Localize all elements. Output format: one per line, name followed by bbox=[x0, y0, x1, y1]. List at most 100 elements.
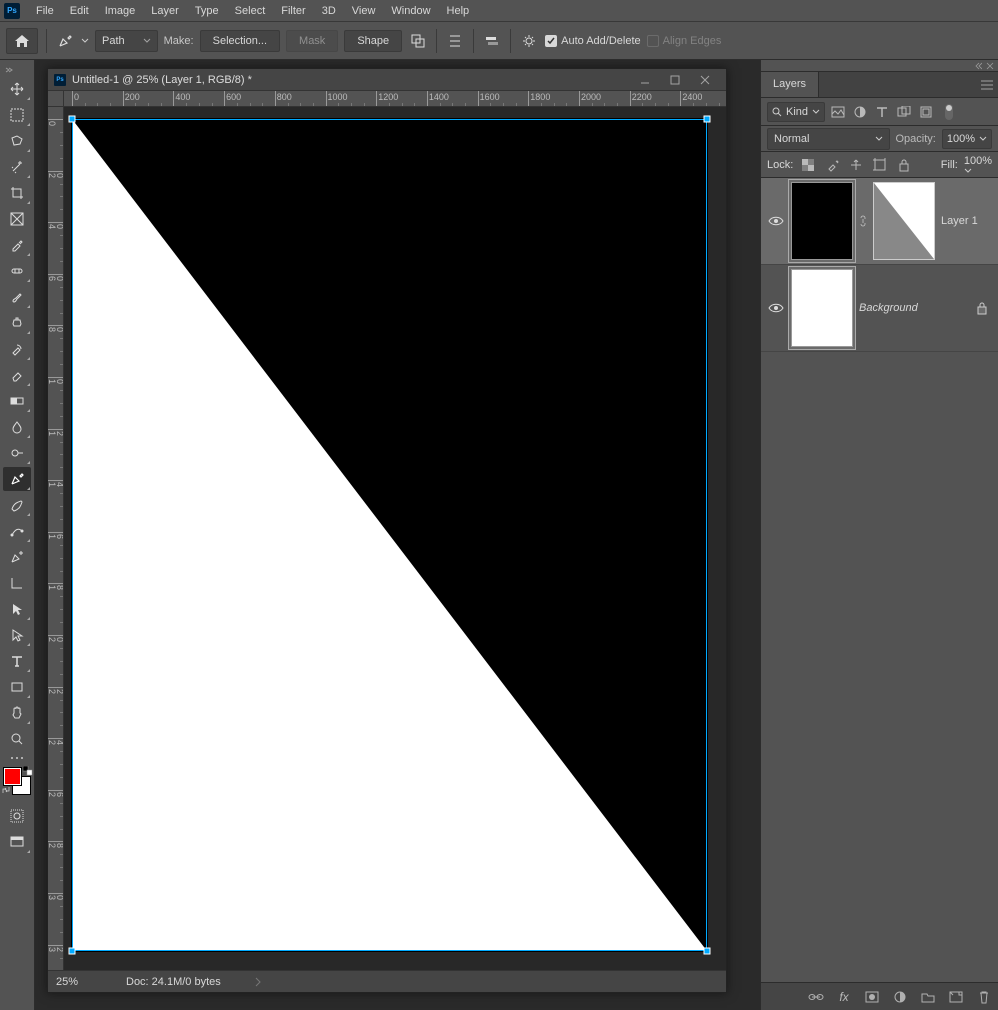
rectangle-tool[interactable] bbox=[3, 675, 31, 699]
crop-tool[interactable] bbox=[3, 181, 31, 205]
dodge-tool[interactable] bbox=[3, 441, 31, 465]
layer-item[interactable]: Layer 1 bbox=[761, 178, 998, 265]
auto-add-delete-checkbox[interactable]: Auto Add/Delete bbox=[545, 35, 641, 47]
swap-colors-icon[interactable] bbox=[1, 785, 11, 795]
pen-tool-icon[interactable] bbox=[55, 31, 75, 51]
tool-mode-dropdown[interactable]: Path bbox=[95, 30, 158, 52]
expand-toolbar-icon[interactable] bbox=[4, 66, 14, 76]
menu-file[interactable]: File bbox=[28, 1, 62, 21]
type-tool[interactable] bbox=[3, 649, 31, 673]
menu-layer[interactable]: Layer bbox=[143, 1, 187, 21]
magic-wand-tool[interactable] bbox=[3, 155, 31, 179]
clone-stamp-tool[interactable] bbox=[3, 311, 31, 335]
menu-view[interactable]: View bbox=[344, 1, 384, 21]
edit-toolbar-icon[interactable] bbox=[3, 753, 31, 763]
menu-image[interactable]: Image bbox=[97, 1, 144, 21]
canvas-viewport[interactable] bbox=[64, 107, 726, 970]
make-shape-button[interactable]: Shape bbox=[344, 30, 402, 52]
path-selection-tool[interactable] bbox=[3, 597, 31, 621]
default-colors-icon[interactable] bbox=[23, 766, 33, 776]
direct-selection-tool[interactable] bbox=[3, 623, 31, 647]
layer-thumbnail[interactable] bbox=[791, 269, 853, 347]
lock-image-icon[interactable] bbox=[823, 156, 841, 174]
close-button[interactable] bbox=[690, 71, 720, 89]
hand-tool[interactable] bbox=[3, 701, 31, 725]
convert-point-tool[interactable] bbox=[3, 571, 31, 595]
layer-thumbnail[interactable] bbox=[791, 182, 853, 260]
filter-smart-icon[interactable] bbox=[917, 103, 935, 121]
freeform-pen-tool[interactable] bbox=[3, 493, 31, 517]
menu-window[interactable]: Window bbox=[383, 1, 438, 21]
zoom-tool[interactable] bbox=[3, 727, 31, 751]
menu-select[interactable]: Select bbox=[227, 1, 274, 21]
filter-shape-icon[interactable] bbox=[895, 103, 913, 121]
opacity-input[interactable]: 100% bbox=[942, 129, 992, 149]
filter-toggle[interactable] bbox=[945, 104, 953, 120]
home-button[interactable] bbox=[6, 28, 38, 54]
path-operations-icon[interactable] bbox=[408, 31, 428, 51]
add-anchor-point-tool[interactable] bbox=[3, 545, 31, 569]
panel-menu-icon[interactable] bbox=[976, 72, 998, 97]
zoom-value[interactable]: 25% bbox=[56, 976, 106, 988]
maximize-button[interactable] bbox=[660, 71, 690, 89]
color-swatches[interactable] bbox=[4, 768, 30, 794]
collapse-icon[interactable] bbox=[974, 62, 982, 70]
menu-edit[interactable]: Edit bbox=[62, 1, 97, 21]
chevron-down-icon[interactable] bbox=[81, 37, 89, 45]
link-layers-icon[interactable] bbox=[808, 989, 824, 1005]
quick-mask-tool[interactable] bbox=[3, 804, 31, 828]
lock-transparency-icon[interactable] bbox=[799, 156, 817, 174]
screen-mode-tool[interactable] bbox=[3, 830, 31, 854]
blend-mode-dropdown[interactable]: Normal bbox=[767, 128, 890, 150]
link-mask-icon[interactable] bbox=[859, 214, 867, 228]
layer-style-icon[interactable]: fx bbox=[836, 989, 852, 1005]
menu-3d[interactable]: 3D bbox=[314, 1, 344, 21]
history-brush-tool[interactable] bbox=[3, 337, 31, 361]
curvature-pen-tool[interactable] bbox=[3, 519, 31, 543]
gear-icon[interactable] bbox=[519, 31, 539, 51]
healing-brush-tool[interactable] bbox=[3, 259, 31, 283]
move-tool[interactable] bbox=[3, 77, 31, 101]
close-panel-icon[interactable] bbox=[986, 62, 994, 70]
filter-pixel-icon[interactable] bbox=[829, 103, 847, 121]
layer-name[interactable]: Layer 1 bbox=[941, 215, 992, 227]
layer-name[interactable]: Background bbox=[859, 302, 970, 314]
layers-tab[interactable]: Layers bbox=[761, 72, 819, 97]
gradient-tool[interactable] bbox=[3, 389, 31, 413]
ruler-origin[interactable] bbox=[48, 91, 64, 107]
filter-adjustment-icon[interactable] bbox=[851, 103, 869, 121]
filter-type-icon[interactable] bbox=[873, 103, 891, 121]
pen-tool[interactable] bbox=[3, 467, 31, 491]
brush-tool[interactable] bbox=[3, 285, 31, 309]
lasso-tool[interactable] bbox=[3, 129, 31, 153]
fill-input[interactable]: 100% bbox=[964, 155, 992, 175]
blur-tool[interactable] bbox=[3, 415, 31, 439]
group-icon[interactable] bbox=[920, 989, 936, 1005]
lock-all-icon[interactable] bbox=[895, 156, 913, 174]
minimize-button[interactable] bbox=[630, 71, 660, 89]
lock-artboard-icon[interactable] bbox=[871, 156, 889, 174]
chevron-right-icon[interactable] bbox=[255, 977, 261, 987]
vertical-ruler[interactable]: 02 0 04 0 06 0 08 0 01 0 0 01 2 0 01 4 0… bbox=[48, 107, 64, 970]
foreground-color[interactable] bbox=[4, 768, 21, 785]
visibility-icon[interactable] bbox=[767, 215, 785, 227]
delete-layer-icon[interactable] bbox=[976, 989, 992, 1005]
doc-status-text[interactable]: Doc: 24.1M/0 bytes bbox=[126, 976, 221, 988]
make-selection-button[interactable]: Selection... bbox=[200, 30, 280, 52]
canvas[interactable] bbox=[72, 119, 707, 951]
new-layer-icon[interactable] bbox=[948, 989, 964, 1005]
document-titlebar[interactable]: Ps Untitled-1 @ 25% (Layer 1, RGB/8) * bbox=[48, 69, 726, 91]
path-arrangement-icon[interactable] bbox=[482, 31, 502, 51]
add-mask-icon[interactable] bbox=[864, 989, 880, 1005]
filter-type-dropdown[interactable]: Kind bbox=[767, 102, 825, 122]
layer-item[interactable]: Background bbox=[761, 265, 998, 352]
eyedropper-tool[interactable] bbox=[3, 233, 31, 257]
horizontal-ruler[interactable]: 0200400600800100012001400160018002000220… bbox=[64, 91, 726, 107]
layer-mask-thumbnail[interactable] bbox=[873, 182, 935, 260]
menu-filter[interactable]: Filter bbox=[273, 1, 313, 21]
marquee-tool[interactable] bbox=[3, 103, 31, 127]
visibility-icon[interactable] bbox=[767, 302, 785, 314]
menu-help[interactable]: Help bbox=[439, 1, 478, 21]
lock-position-icon[interactable] bbox=[847, 156, 865, 174]
menu-type[interactable]: Type bbox=[187, 1, 227, 21]
